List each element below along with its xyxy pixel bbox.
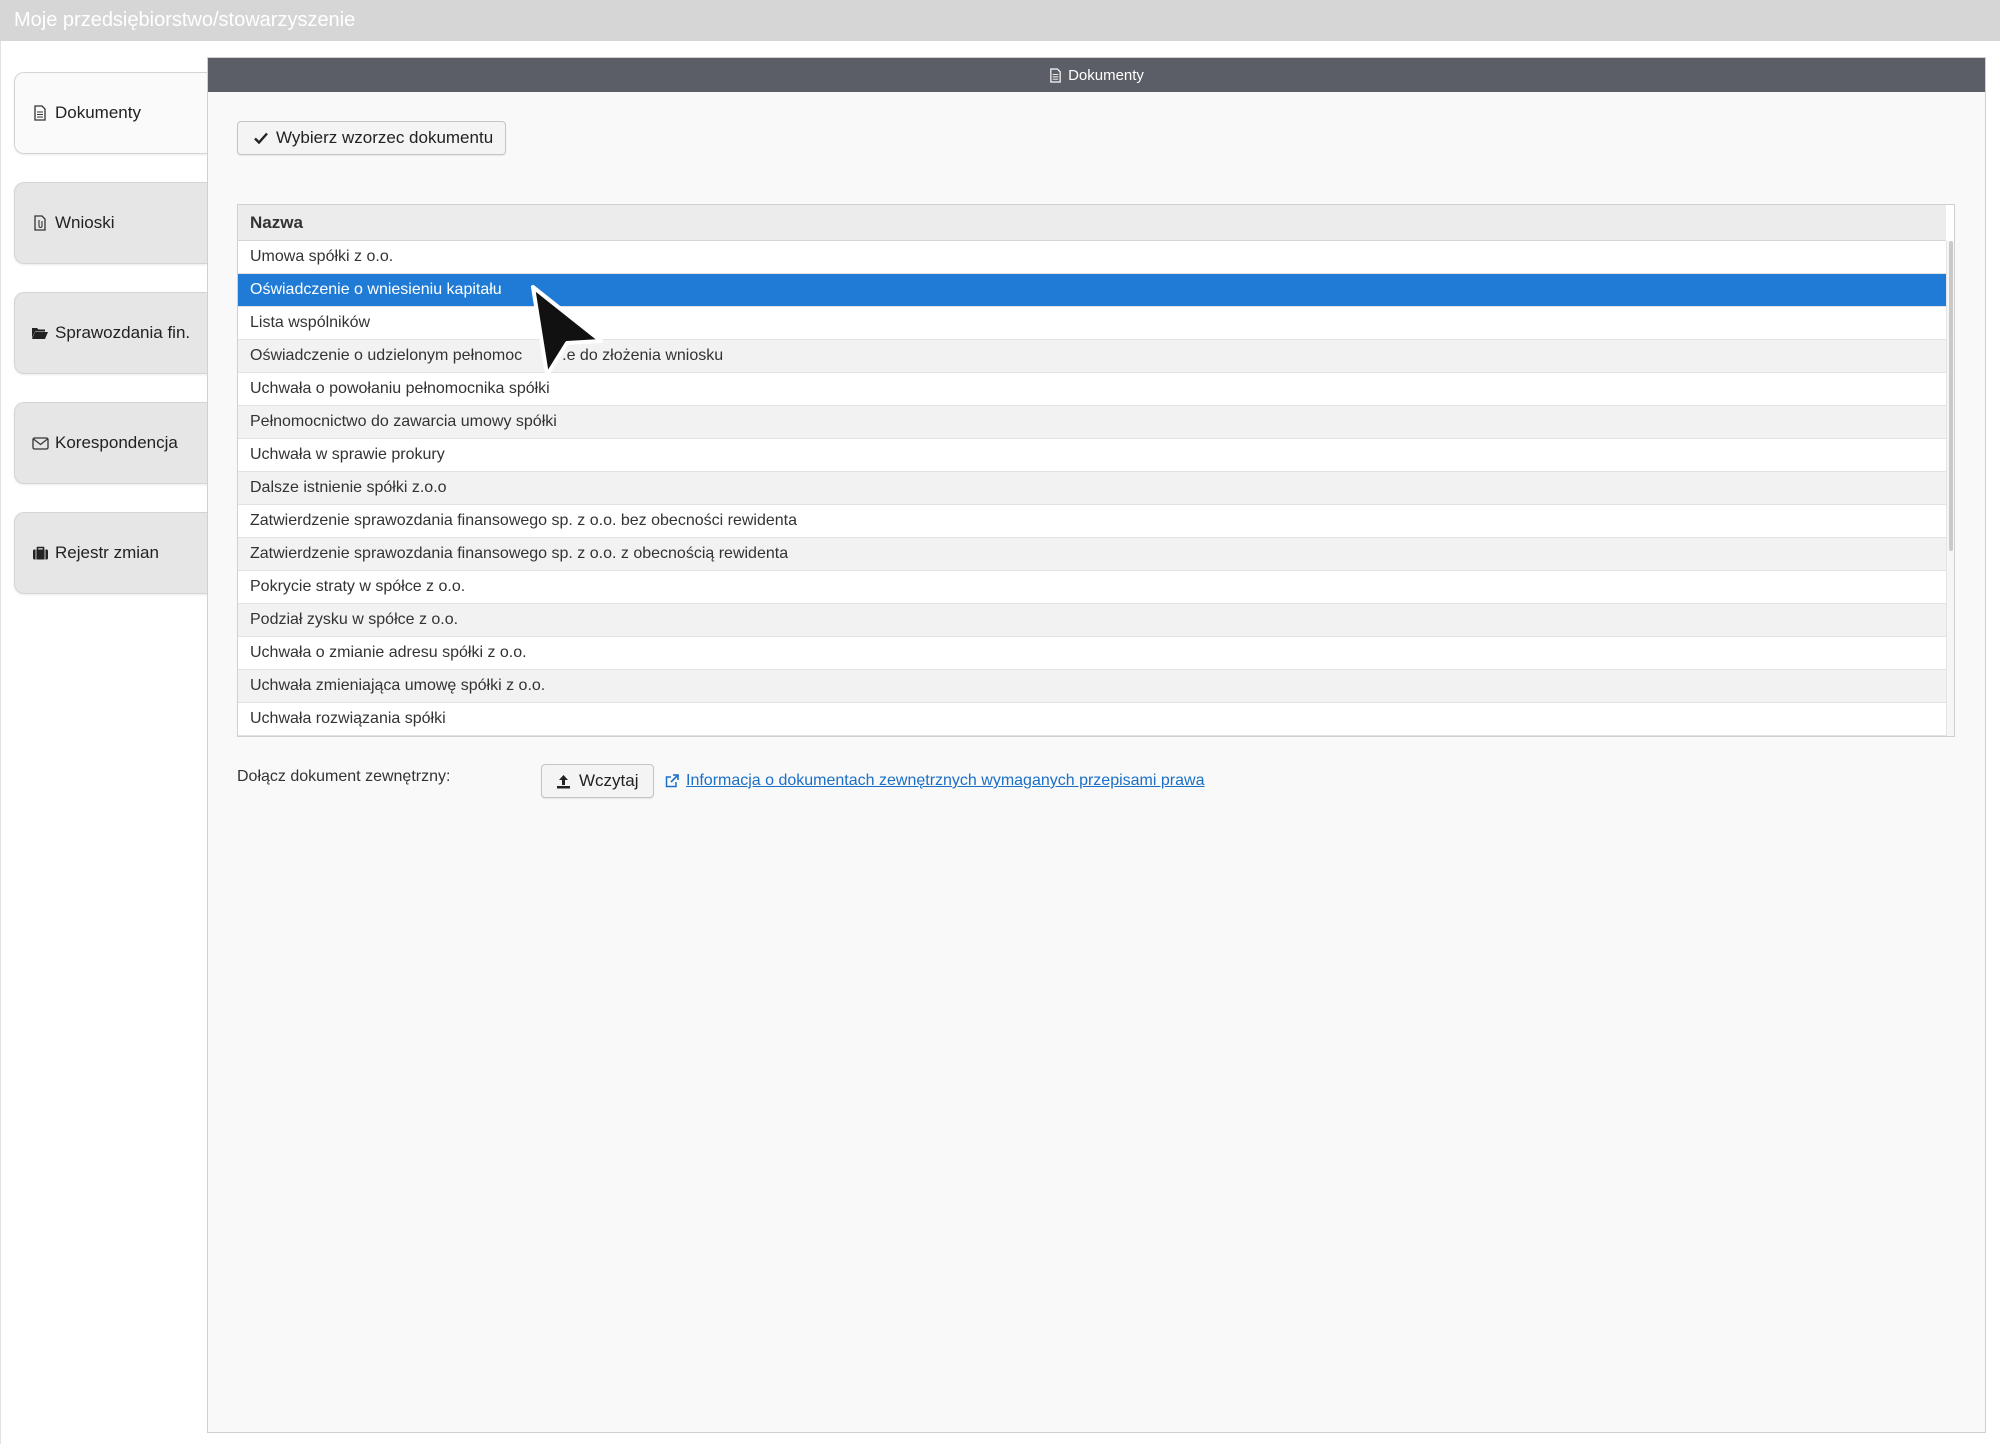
folder-open-icon	[31, 324, 49, 342]
table-row[interactable]: Dalsze istnienie spółki z.o.o	[238, 472, 1946, 505]
tab-label: Wnioski	[55, 213, 115, 232]
row-label: Podział zysku w spółce z o.o.	[250, 611, 459, 628]
document-icon	[31, 104, 49, 122]
table-row[interactable]: Oświadczenie o udzielonym pełnomoc .e do …	[238, 340, 1946, 373]
panel-title: Dokumenty	[1068, 66, 1144, 84]
table-row[interactable]: Lista wspólników	[238, 307, 1946, 340]
table-row[interactable]: Pełnomocnictwo do zawarcia umowy spółki	[238, 406, 1946, 439]
row-label: Lista wspólników	[250, 314, 371, 331]
upload-button[interactable]: Wczytaj	[541, 764, 654, 798]
row-label: Umowa spółki z o.o.	[250, 248, 394, 265]
row-label: Pełnomocnictwo do zawarcia umowy spółki	[250, 413, 557, 430]
scrollbar-thumb[interactable]	[1949, 241, 1953, 551]
row-label: Zatwierdzenie sprawozdania finansowego s…	[250, 545, 789, 562]
row-label: Uchwała rozwiązania spółki	[250, 710, 446, 727]
table-row-selected[interactable]: Oświadczenie o wniesieniu kapitału	[238, 274, 1946, 307]
select-template-button[interactable]: Wybierz wzorzec dokumentu	[237, 121, 506, 155]
tab-sprawozdania[interactable]: Sprawozdania fin.	[14, 292, 209, 374]
table-row[interactable]: Podział zysku w spółce z o.o.	[238, 604, 1946, 637]
table-row[interactable]: Zatwierdzenie sprawozdania finansowego s…	[238, 505, 1946, 538]
table-body: Umowa spółki z o.o. Oświadczenie o wnies…	[238, 241, 1946, 736]
row-label: Uchwała o zmianie adresu spółki z o.o.	[250, 644, 527, 661]
document-icon	[1049, 67, 1062, 83]
envelope-icon	[31, 434, 49, 452]
column-header-nazwa[interactable]: Nazwa	[238, 205, 1946, 241]
link-text: Informacja o dokumentach zewnętrznych wy…	[686, 772, 1205, 789]
upload-icon	[556, 774, 571, 789]
table-row[interactable]: Umowa spółki z o.o.	[238, 241, 1946, 274]
documents-table: Nazwa Umowa spółki z o.o. Oświadczenie o…	[237, 204, 1955, 737]
tab-wnioski[interactable]: Wnioski	[14, 182, 209, 264]
briefcase-icon	[31, 544, 49, 562]
row-label: Dalsze istnienie spółki z.o.o	[250, 479, 447, 496]
external-docs-info-link[interactable]: Informacja o dokumentach zewnętrznych wy…	[664, 772, 1204, 790]
row-label: Zatwierdzenie sprawozdania finansowego s…	[250, 512, 797, 529]
table-row[interactable]: Uchwała o zmianie adresu spółki z o.o.	[238, 637, 1946, 670]
attach-external-label: Dołącz dokument zewnętrzny:	[237, 768, 451, 785]
upload-label: Wczytaj	[579, 771, 639, 790]
documents-panel: Dokumenty Wybierz wzorzec dokumentu Nazw…	[207, 57, 1986, 1433]
tab-dokumenty[interactable]: Dokumenty	[14, 72, 209, 154]
table-row[interactable]: Uchwała o powołaniu pełnomocnika spółki	[238, 373, 1946, 406]
tab-label: Dokumenty	[55, 103, 141, 122]
tab-korespondencja[interactable]: Korespondencja	[14, 402, 209, 484]
row-label: Oświadczenie o wniesieniu kapitału	[250, 281, 502, 298]
table-row[interactable]: Zatwierdzenie sprawozdania finansowego s…	[238, 538, 1946, 571]
tab-label: Rejestr zmian	[55, 543, 159, 562]
table-scrollbar[interactable]	[1946, 241, 1954, 736]
row-label: Uchwała zmieniająca umowę spółki z o.o.	[250, 677, 546, 694]
row-label-tail: .e do złożenia wniosku	[562, 347, 724, 364]
table-row[interactable]: Uchwała zmieniająca umowę spółki z o.o.	[238, 670, 1946, 703]
select-template-label: Wybierz wzorzec dokumentu	[276, 128, 494, 147]
row-label: Pokrycie straty w spółce z o.o.	[250, 578, 466, 595]
table-row[interactable]: Uchwała w sprawie prokury	[238, 439, 1946, 472]
external-link-icon	[664, 773, 680, 789]
checkmark-icon	[254, 132, 268, 144]
file-attachment-icon	[31, 214, 49, 232]
panel-header: Dokumenty	[208, 58, 1985, 92]
row-label: Oświadczenie o udzielonym pełnomoc	[250, 347, 523, 364]
window-title: Moje przedsiębiorstwo/stowarzyszenie	[0, 0, 2000, 41]
row-label: Uchwała w sprawie prokury	[250, 446, 445, 463]
tab-label: Korespondencja	[55, 433, 178, 452]
tab-rejestr-zmian[interactable]: Rejestr zmian	[14, 512, 209, 594]
table-row[interactable]: Uchwała rozwiązania spółki	[238, 703, 1946, 736]
row-label: Uchwała o powołaniu pełnomocnika spółki	[250, 380, 550, 397]
tab-label: Sprawozdania fin.	[55, 323, 191, 342]
table-row[interactable]: Pokrycie straty w spółce z o.o.	[238, 571, 1946, 604]
